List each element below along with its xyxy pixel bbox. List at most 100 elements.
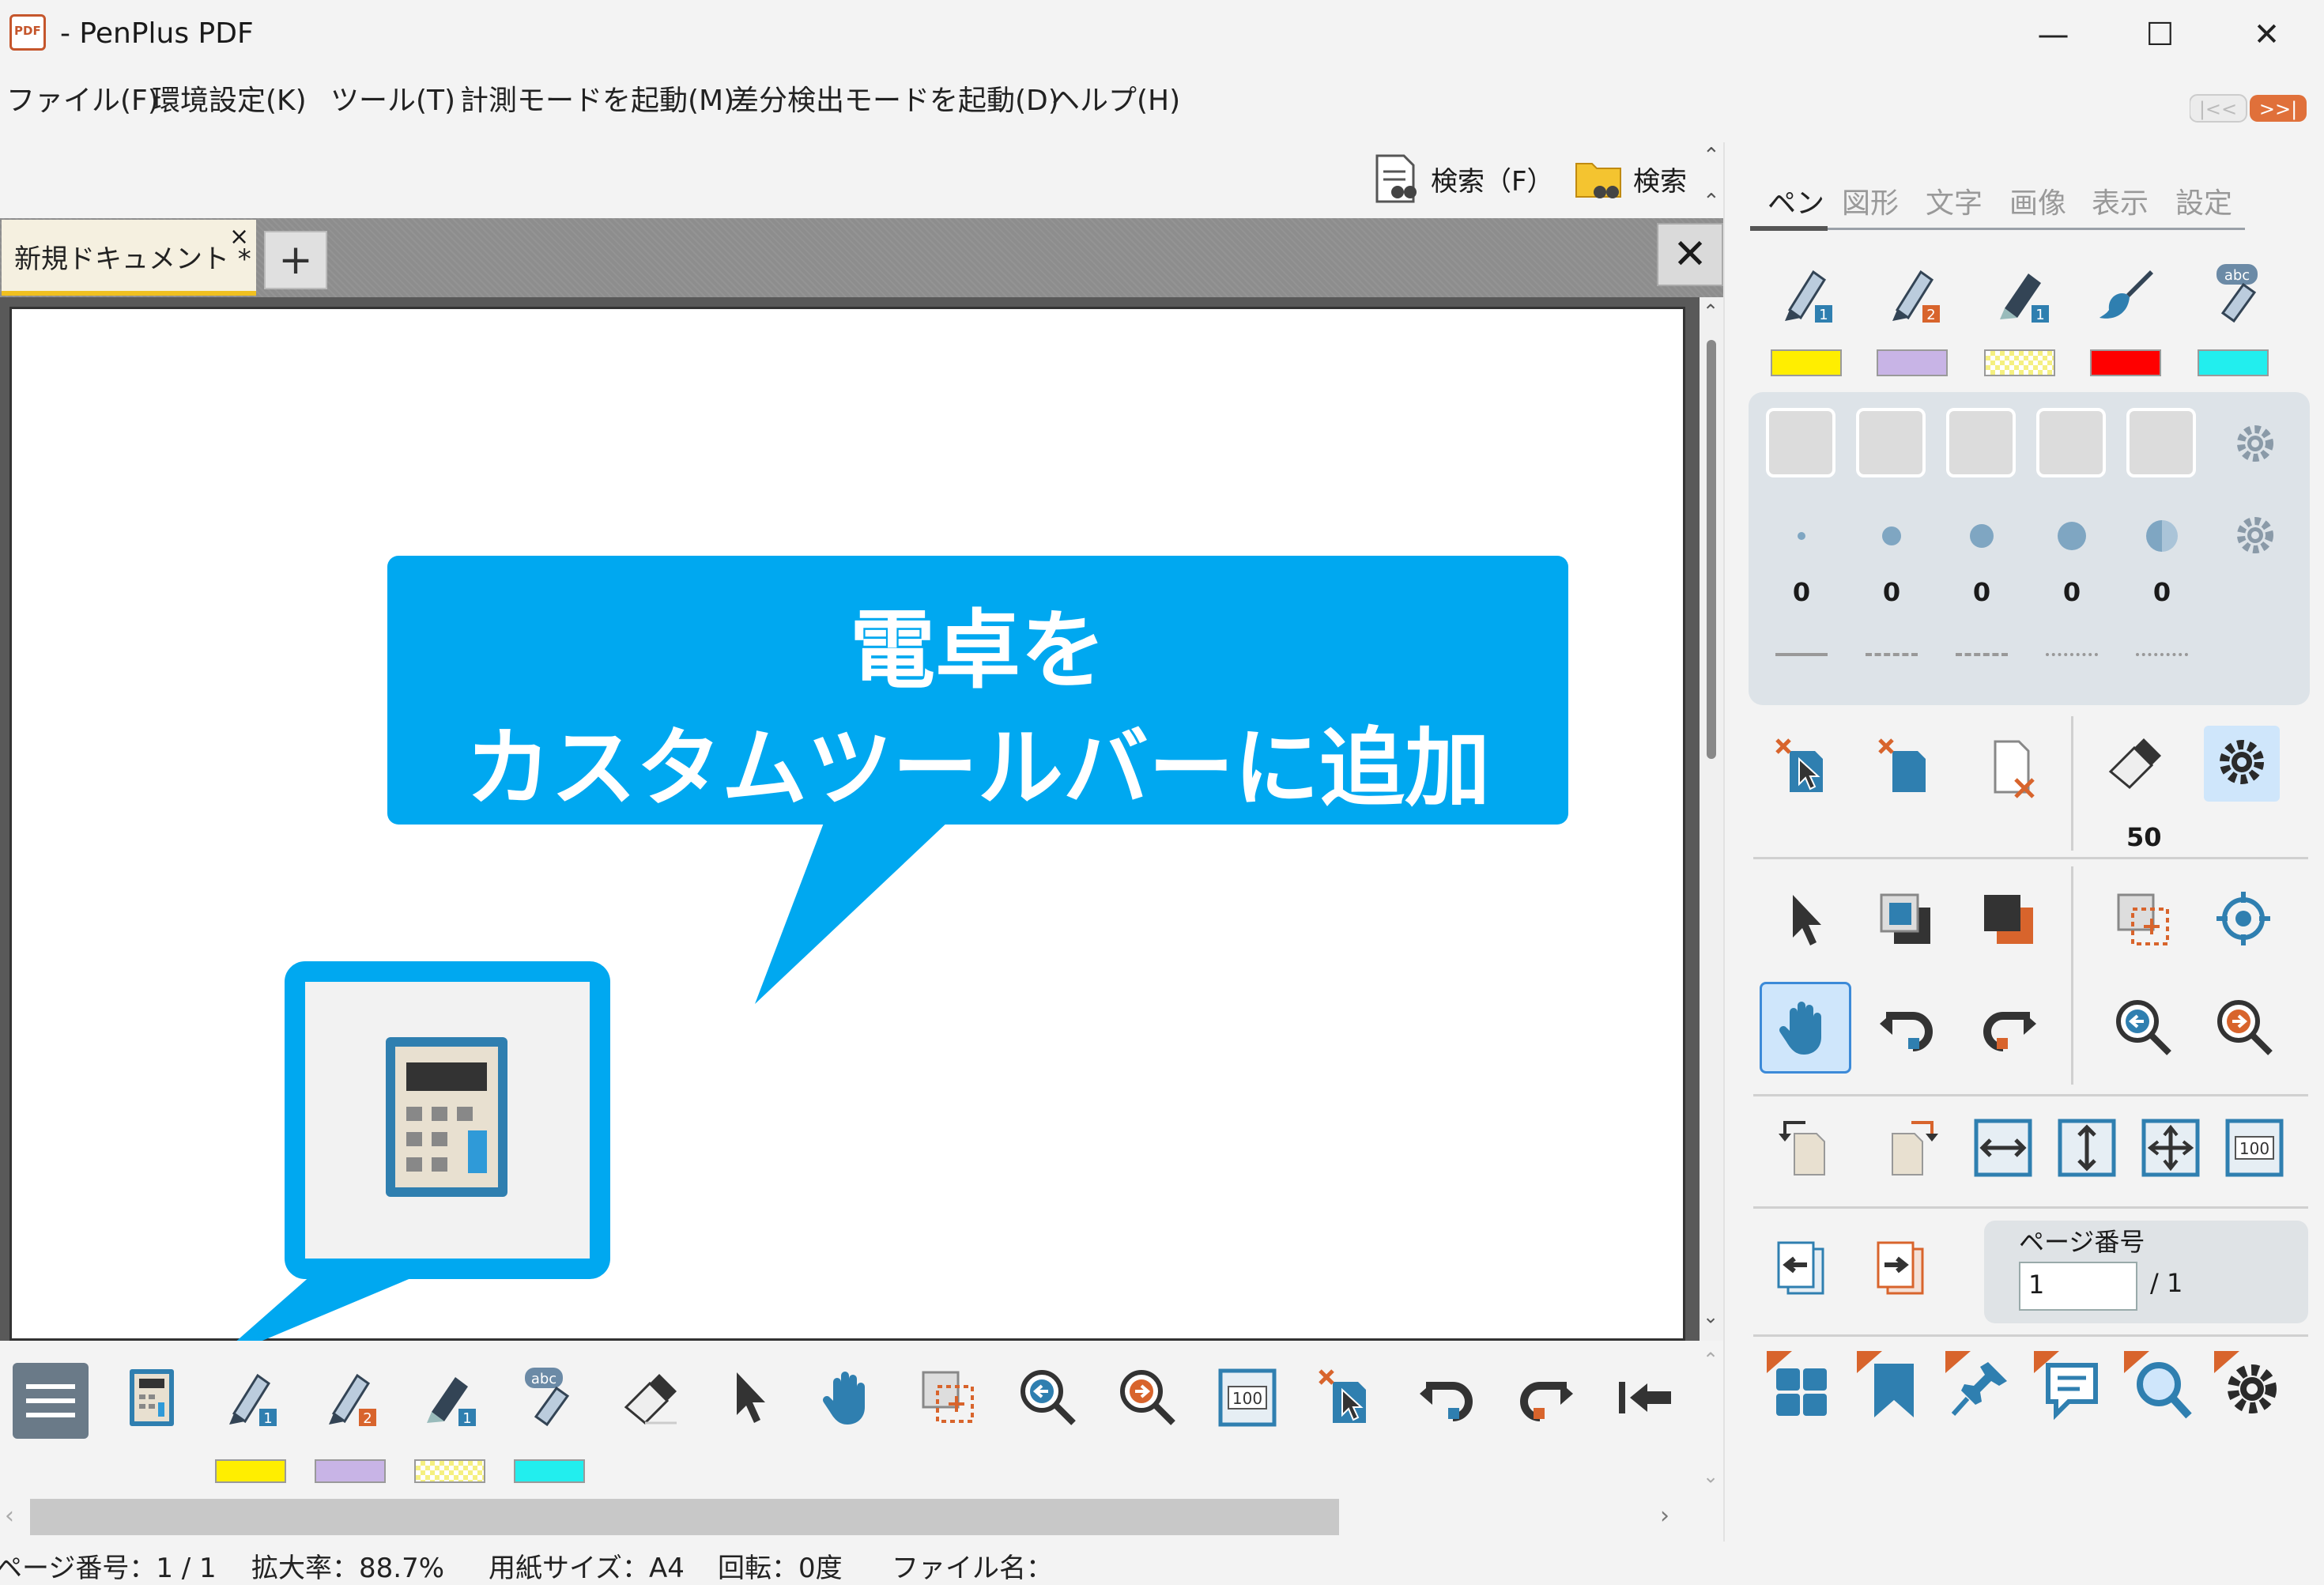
eraser-button[interactable] [612, 1360, 688, 1436]
custom-pen-slot[interactable] [2036, 408, 2106, 477]
text-highlighter-button[interactable]: abc [512, 1360, 588, 1436]
custom-pen-slot[interactable] [2126, 408, 2196, 477]
menu-measure-mode[interactable]: 計測モードを起動(M) [460, 77, 734, 119]
width-option-5[interactable] [2126, 506, 2198, 566]
panel-search-button[interactable] [2122, 1349, 2194, 1421]
first-page-button[interactable] [1608, 1360, 1684, 1436]
panel-brush-color[interactable] [2090, 349, 2161, 376]
toolbar-menu-button[interactable] [13, 1363, 89, 1439]
tab-image[interactable]: 画像 [2009, 180, 2066, 221]
width-option-2[interactable] [1856, 506, 1927, 566]
menu-preferences[interactable]: 環境設定(K) [152, 77, 307, 119]
scroll-down-icon[interactable]: ⌃ [1703, 1304, 1718, 1326]
panel-pen-1-color[interactable] [1771, 349, 1842, 376]
close-document-button[interactable]: ✕ [1657, 223, 1723, 286]
target-tool-button[interactable] [2209, 884, 2281, 957]
tab-view[interactable]: 表示 [2092, 180, 2149, 221]
panel-actual-size-button[interactable]: 100 [2218, 1111, 2291, 1184]
zoom-in-button[interactable] [1110, 1360, 1186, 1436]
vertical-scrollbar-thumb[interactable] [1707, 340, 1716, 759]
scroll-right-icon[interactable]: › [1660, 1502, 1669, 1530]
close-window-button[interactable]: ✕ [2213, 0, 2320, 70]
line-style-dashed-2[interactable] [1946, 640, 2017, 669]
menu-diff-mode[interactable]: 差分検出モードを起動(D) [730, 77, 1059, 119]
panel-eraser-button[interactable] [2098, 726, 2171, 798]
fit-page-button[interactable] [2134, 1111, 2207, 1184]
rotate-left-button[interactable] [1769, 1111, 1842, 1184]
panel-zoom-in-button[interactable] [2209, 991, 2281, 1064]
menu-tools[interactable]: ツール(T) [330, 77, 455, 119]
width-option-4[interactable] [2036, 506, 2107, 566]
scroll-left-icon[interactable]: ‹ [5, 1502, 14, 1530]
rotate-right-button[interactable] [1875, 1111, 1948, 1184]
panel-settings-button[interactable] [2212, 1349, 2284, 1421]
panel-select-button[interactable] [1769, 884, 1842, 957]
undo-button[interactable] [1409, 1360, 1485, 1436]
panel-undo-button[interactable] [1870, 991, 1943, 1064]
tab-pen[interactable]: ペン [1768, 180, 1824, 221]
menu-file[interactable]: ファイル(F) [6, 77, 159, 119]
next-page-button[interactable] [1867, 1233, 1940, 1306]
delete-file-button[interactable] [1976, 730, 2049, 803]
hand-tool-button[interactable] [811, 1360, 887, 1436]
redo-button[interactable] [1508, 1360, 1584, 1436]
tab-shapes[interactable]: 図形 [1842, 180, 1899, 221]
minimize-button[interactable]: — [2000, 0, 2107, 70]
tab-close-icon[interactable]: × [229, 223, 249, 251]
line-style-dash-dot[interactable] [2036, 640, 2107, 669]
pen-2-button[interactable]: 2 [311, 1360, 387, 1436]
delete-selection-button[interactable] [1768, 730, 1840, 803]
panel-marker-button[interactable]: 1 [1986, 258, 2058, 330]
line-style-solid[interactable] [1766, 640, 1837, 669]
comments-button[interactable] [2032, 1349, 2104, 1421]
page-number-input[interactable]: 1 [2019, 1262, 2137, 1311]
pins-button[interactable] [1943, 1349, 2016, 1421]
bring-front-button[interactable] [1870, 884, 1943, 957]
slot-settings-button[interactable] [2220, 408, 2291, 479]
custom-pen-slot[interactable] [1946, 408, 2016, 477]
line-style-dotted[interactable] [2126, 640, 2198, 669]
panel-redo-button[interactable] [1973, 991, 2046, 1064]
pen-1-button[interactable]: 1 [212, 1360, 288, 1436]
panel-pen-2-color[interactable] [1877, 349, 1948, 376]
thumbnails-button[interactable] [1764, 1349, 1837, 1421]
tab-settings[interactable]: 設定 [2175, 180, 2232, 221]
custom-pen-slot[interactable] [1766, 408, 1835, 477]
panel-brush-button[interactable] [2090, 258, 2163, 330]
tab-text[interactable]: 文字 [1926, 180, 1983, 221]
panel-pen-2-button[interactable]: 2 [1877, 258, 1949, 330]
panel-pen-1-button[interactable]: 1 [1769, 258, 1842, 330]
select-tool-button[interactable] [711, 1360, 787, 1436]
width-option-3[interactable] [1946, 506, 2017, 566]
menu-help[interactable]: ヘルプ(H) [1051, 77, 1180, 119]
new-tab-button[interactable]: + [264, 231, 327, 289]
delete-selection-button[interactable] [1309, 1360, 1385, 1436]
fit-width-button[interactable] [1967, 1111, 2039, 1184]
toolbar-scroll-up-icon[interactable]: ⌃ [1703, 1349, 1718, 1371]
panel-zoom-out-button[interactable] [2107, 991, 2180, 1064]
send-back-button[interactable] [1973, 884, 2046, 957]
actual-size-button[interactable]: 100 [1209, 1360, 1285, 1436]
panel-marker-color[interactable] [1984, 349, 2055, 376]
horizontal-scrollbar-thumb[interactable] [30, 1499, 1339, 1535]
line-style-dashed[interactable] [1856, 640, 1927, 669]
toolbar-scroll-down-icon[interactable]: ⌃ [1703, 1464, 1718, 1486]
width-settings-button[interactable] [2220, 500, 2291, 571]
marker-button[interactable]: 1 [411, 1360, 487, 1436]
width-option-1[interactable] [1766, 506, 1837, 566]
panel-toggle-arrows-icon[interactable]: |<< >>| [2190, 93, 2308, 125]
eraser-settings-button[interactable] [2205, 726, 2278, 798]
delete-all-button[interactable] [1870, 730, 1943, 803]
search-button[interactable]: 検索（F） [1371, 150, 1554, 207]
folder-search-button[interactable]: 検索 [1573, 150, 1687, 207]
maximize-button[interactable]: ☐ [2107, 0, 2213, 70]
collapse-down-icon[interactable]: ⌃ [1703, 190, 1720, 213]
collapse-up-icon[interactable]: ⌃ [1703, 144, 1720, 168]
panel-text-marker-button[interactable]: abc [2201, 258, 2273, 330]
zoom-out-button[interactable] [1010, 1360, 1086, 1436]
bookmarks-button[interactable] [1854, 1349, 1927, 1421]
panel-hand-button[interactable] [1769, 991, 1842, 1064]
fit-height-button[interactable] [2050, 1111, 2123, 1184]
scroll-up-icon[interactable]: ⌃ [1703, 300, 1718, 323]
previous-page-button[interactable] [1768, 1233, 1840, 1306]
